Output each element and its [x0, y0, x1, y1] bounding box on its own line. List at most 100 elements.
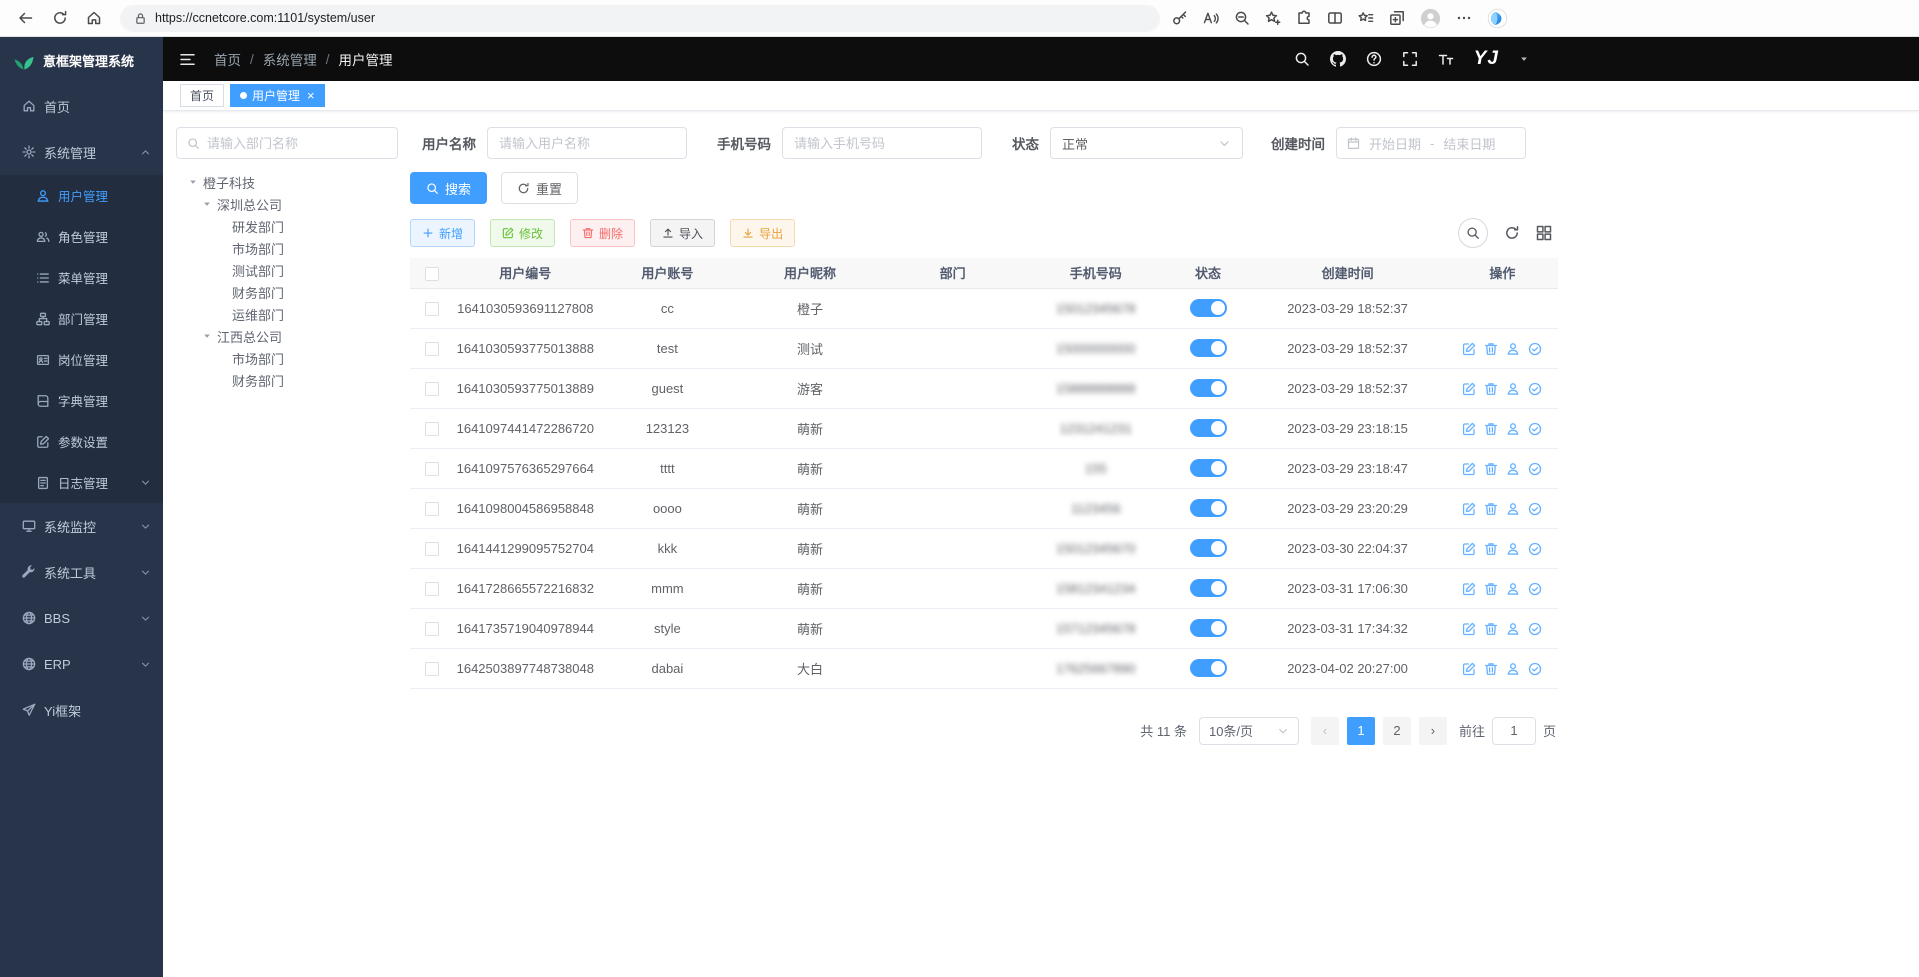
row-checkbox[interactable] — [425, 302, 439, 316]
tab-home[interactable]: 首页 — [180, 84, 224, 107]
tab-user-mgmt[interactable]: 用户管理× — [230, 84, 325, 107]
row-checkbox[interactable] — [425, 342, 439, 356]
tree-node[interactable]: 运维部门 — [176, 303, 398, 325]
edit-user-button[interactable] — [1462, 422, 1476, 436]
tree-node[interactable]: 研发部门 — [176, 215, 398, 237]
url-text[interactable]: https://ccnetcore.com:1101/system/user — [155, 11, 375, 25]
status-toggle[interactable] — [1190, 619, 1227, 637]
sidebar-item-home[interactable]: 首页 — [0, 83, 163, 129]
dept-search-input[interactable] — [207, 136, 387, 151]
tree-node[interactable]: 橙子科技 — [176, 171, 398, 193]
page-button-1[interactable]: 1 — [1347, 717, 1375, 745]
status-toggle[interactable] — [1190, 579, 1227, 597]
row-checkbox[interactable] — [425, 382, 439, 396]
edit-user-button[interactable] — [1462, 662, 1476, 676]
collapse-sidebar-icon[interactable] — [179, 51, 196, 68]
sidebar-item-dept-mgmt[interactable]: 部门管理 — [0, 298, 163, 339]
reset-password-button[interactable] — [1506, 542, 1520, 556]
home-icon[interactable] — [80, 4, 108, 32]
delete-user-button[interactable] — [1484, 502, 1498, 516]
prev-page-button[interactable]: ‹ — [1311, 717, 1339, 745]
sidebar-item-role-mgmt[interactable]: 角色管理 — [0, 216, 163, 257]
edit-user-button[interactable] — [1462, 502, 1476, 516]
created-range-picker[interactable]: 开始日期 - 结束日期 — [1336, 127, 1526, 159]
select-all-checkbox[interactable] — [425, 267, 439, 281]
tree-node[interactable]: 江西总公司 — [176, 325, 398, 347]
delete-user-button[interactable] — [1484, 622, 1498, 636]
question-icon[interactable] — [1366, 51, 1382, 67]
sidebar-item-bbs[interactable]: BBS — [0, 595, 163, 641]
more-icon[interactable] — [1456, 10, 1472, 26]
reset-password-button[interactable] — [1506, 382, 1520, 396]
split-screen-icon[interactable] — [1327, 10, 1343, 26]
search-icon[interactable] — [1294, 51, 1310, 67]
reset-password-button[interactable] — [1506, 422, 1520, 436]
toggle-search-button[interactable] — [1458, 218, 1488, 248]
assign-role-button[interactable] — [1528, 462, 1542, 476]
delete-user-button[interactable] — [1484, 422, 1498, 436]
tree-node[interactable]: 深圳总公司 — [176, 193, 398, 215]
fullscreen-icon[interactable] — [1402, 51, 1418, 67]
export-button[interactable]: 导出 — [730, 219, 795, 247]
assign-role-button[interactable] — [1528, 542, 1542, 556]
assign-role-button[interactable] — [1528, 582, 1542, 596]
collections-icon[interactable] — [1389, 10, 1405, 26]
assign-role-button[interactable] — [1528, 342, 1542, 356]
sidebar-item-dict-mgmt[interactable]: 字典管理 — [0, 380, 163, 421]
goto-page-input[interactable] — [1492, 717, 1536, 745]
reset-password-button[interactable] — [1506, 662, 1520, 676]
zoom-out-icon[interactable] — [1234, 10, 1250, 26]
assign-role-button[interactable] — [1528, 382, 1542, 396]
sidebar-item-log-mgmt[interactable]: 日志管理 — [0, 462, 163, 503]
user-avatar-logo[interactable]: YJ — [1474, 48, 1499, 70]
extensions-icon[interactable] — [1296, 10, 1312, 26]
breadcrumb-item[interactable]: 系统管理 — [263, 49, 317, 69]
close-icon[interactable]: × — [307, 88, 315, 103]
delete-user-button[interactable] — [1484, 542, 1498, 556]
status-toggle[interactable] — [1190, 379, 1227, 397]
sidebar-item-system-tools[interactable]: 系统工具 — [0, 549, 163, 595]
username-input[interactable] — [487, 127, 687, 159]
edit-user-button[interactable] — [1462, 622, 1476, 636]
reset-password-button[interactable] — [1506, 502, 1520, 516]
status-toggle[interactable] — [1190, 299, 1227, 317]
phone-input[interactable] — [782, 127, 982, 159]
sidebar-item-system-monitor[interactable]: 系统监控 — [0, 503, 163, 549]
next-page-button[interactable]: › — [1419, 717, 1447, 745]
refresh-table-button[interactable] — [1504, 225, 1520, 241]
sidebar-item-post-mgmt[interactable]: 岗位管理 — [0, 339, 163, 380]
fontsize-icon[interactable] — [1438, 51, 1454, 67]
status-select[interactable]: 正常 — [1050, 127, 1243, 159]
row-checkbox[interactable] — [425, 422, 439, 436]
edit-user-button[interactable] — [1462, 542, 1476, 556]
page-size-select[interactable]: 10条/页 — [1199, 717, 1299, 745]
key-icon[interactable] — [1172, 10, 1188, 26]
status-toggle[interactable] — [1190, 339, 1227, 357]
delete-button[interactable]: 删除 — [570, 219, 635, 247]
back-icon[interactable] — [12, 4, 40, 32]
tree-node[interactable]: 市场部门 — [176, 237, 398, 259]
assign-role-button[interactable] — [1528, 662, 1542, 676]
delete-user-button[interactable] — [1484, 342, 1498, 356]
import-button[interactable]: 导入 — [650, 219, 715, 247]
read-aloud-icon[interactable] — [1203, 10, 1219, 26]
chevron-down-icon[interactable] — [1519, 54, 1529, 64]
modify-button[interactable]: 修改 — [490, 219, 555, 247]
row-checkbox[interactable] — [425, 542, 439, 556]
row-checkbox[interactable] — [425, 502, 439, 516]
sidebar-item-yi-framework[interactable]: Yi框架 — [0, 687, 163, 733]
sidebar-item-param-settings[interactable]: 参数设置 — [0, 421, 163, 462]
status-toggle[interactable] — [1190, 499, 1227, 517]
reset-button[interactable]: 重置 — [501, 172, 578, 204]
address-bar[interactable]: https://ccnetcore.com:1101/system/user — [120, 5, 1160, 32]
row-checkbox[interactable] — [425, 622, 439, 636]
sidebar-item-system-mgmt[interactable]: 系统管理 — [0, 129, 163, 175]
edit-user-button[interactable] — [1462, 342, 1476, 356]
favorite-add-icon[interactable] — [1265, 10, 1281, 26]
breadcrumb-item[interactable]: 首页 — [214, 49, 241, 69]
tree-node[interactable]: 财务部门 — [176, 281, 398, 303]
sidebar-item-erp[interactable]: ERP — [0, 641, 163, 687]
edit-user-button[interactable] — [1462, 582, 1476, 596]
assign-role-button[interactable] — [1528, 422, 1542, 436]
delete-user-button[interactable] — [1484, 382, 1498, 396]
